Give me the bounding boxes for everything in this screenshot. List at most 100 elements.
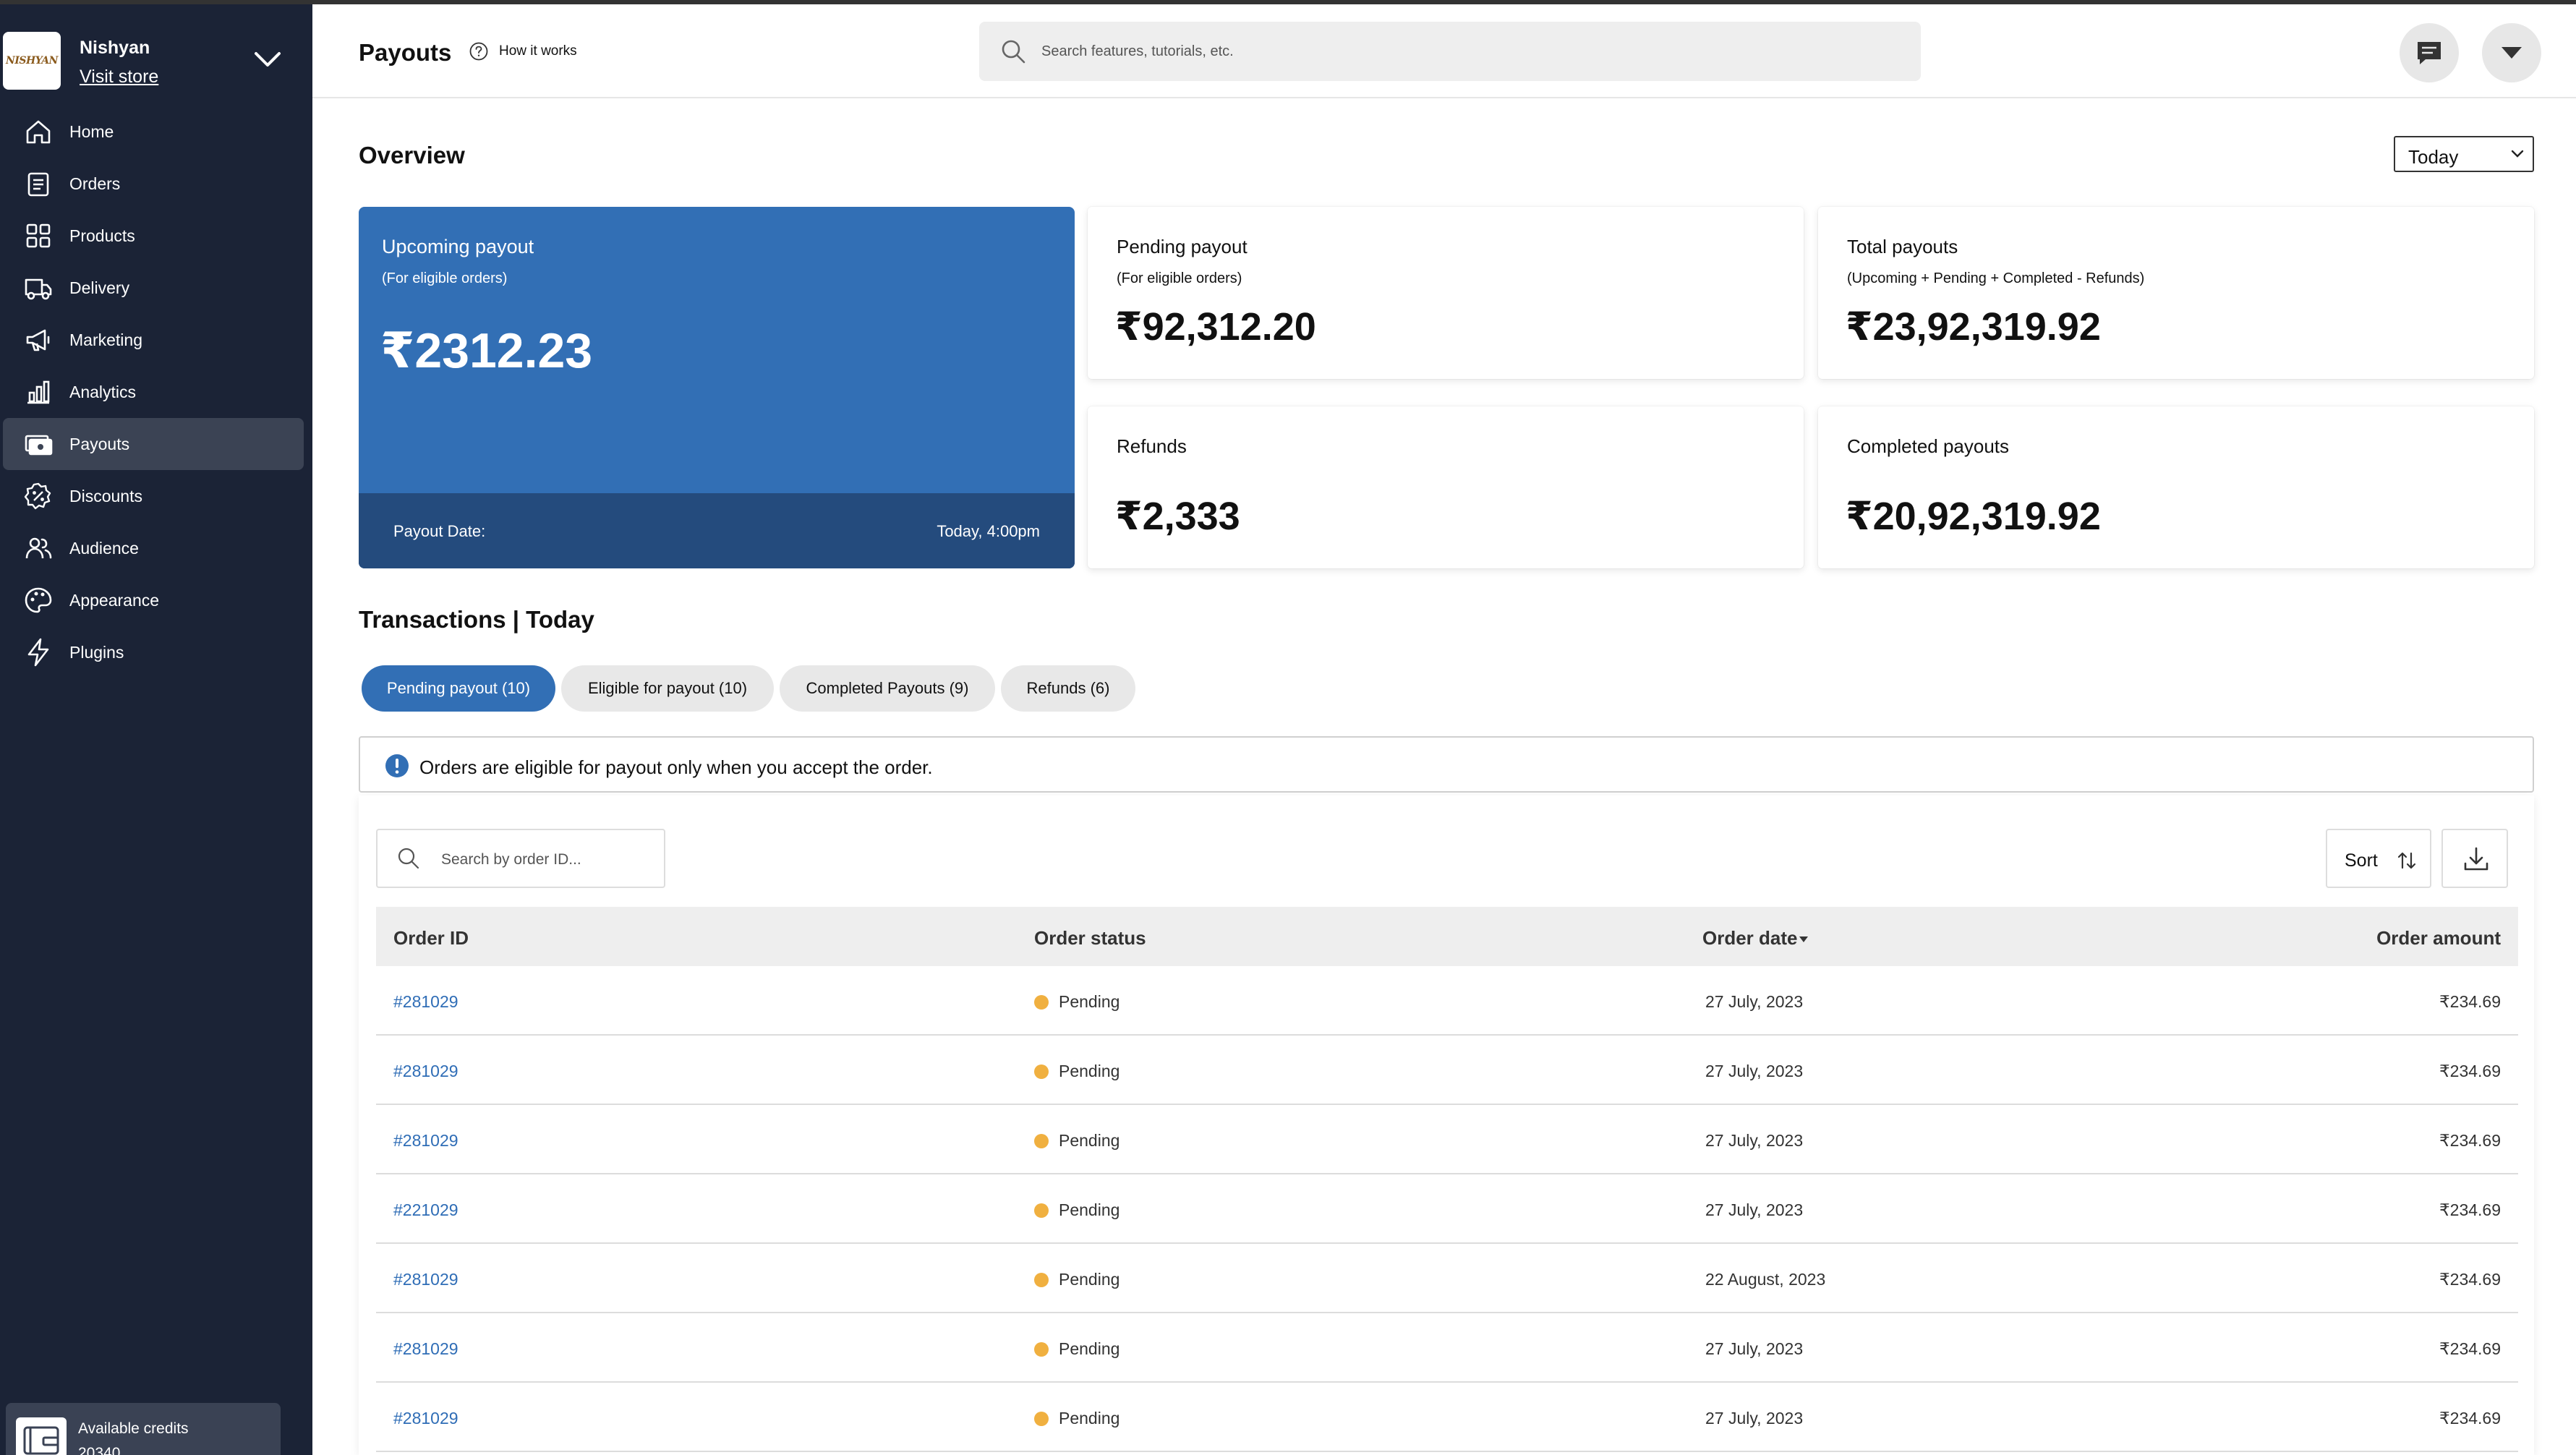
status-text: Pending — [1059, 1062, 1120, 1080]
store-switcher[interactable]: NISHYAN Nishyan Visit store — [3, 29, 310, 94]
order-id-link[interactable]: #281029 — [393, 992, 459, 1012]
date-range-value: Today — [2408, 146, 2459, 168]
sidebar-item-label: Analytics — [69, 382, 137, 401]
order-amount: ₹234.69 — [2439, 1409, 2501, 1428]
sidebar-item-products[interactable]: Products — [3, 210, 304, 262]
order-status: Pending — [1034, 1131, 1119, 1151]
sidebar-item-discounts[interactable]: Discounts — [3, 470, 304, 522]
refunds-amount: ₹2,333 — [1115, 495, 1240, 538]
upcoming-payout-amount: ₹2312.23 — [380, 323, 593, 378]
sidebar-item-orders[interactable]: Orders — [3, 158, 304, 210]
order-search[interactable] — [376, 829, 665, 888]
sidebar-item-payouts[interactable]: Payouts — [3, 418, 304, 470]
chevron-down-icon[interactable] — [249, 43, 286, 77]
column-order-status[interactable]: Order status — [1034, 927, 1146, 950]
download-button[interactable] — [2441, 829, 2508, 888]
table-row[interactable]: #281029 Pending 27 July, 2023 ₹234.69 — [376, 1036, 2518, 1105]
status-text: Pending — [1059, 992, 1120, 1011]
column-order-amount[interactable]: Order amount — [2376, 927, 2501, 950]
visit-store-link[interactable]: Visit store — [80, 67, 158, 88]
help-icon — [469, 42, 488, 61]
sort-arrows-icon — [2397, 852, 2416, 869]
table-row[interactable]: #281029 Pending 27 July, 2023 ₹234.69 — [376, 1383, 2518, 1452]
order-date: 27 July, 2023 — [1705, 1131, 1804, 1150]
sidebar-item-label: Audience — [69, 538, 139, 558]
order-id-link[interactable]: #281029 — [393, 1131, 459, 1151]
pending-payout-card: Pending payout (For eligible orders) ₹92… — [1088, 207, 1804, 379]
chat-button[interactable] — [2400, 23, 2459, 82]
card-subtitle: (For eligible orders) — [382, 270, 508, 286]
table-row[interactable]: #281029 Pending 27 July, 2023 ₹234.69 — [376, 1313, 2518, 1383]
home-icon — [26, 120, 51, 144]
card-title: Total payouts — [1847, 236, 1958, 257]
sidebar-item-delivery[interactable]: Delivery — [3, 262, 304, 314]
order-date: 27 July, 2023 — [1705, 1200, 1804, 1219]
analytics-icon — [27, 380, 50, 404]
column-order-id[interactable]: Order ID — [393, 927, 469, 950]
store-logo: NISHYAN — [3, 32, 61, 90]
table-row[interactable]: #281029 Pending 27 July, 2023 ₹234.69 — [376, 1105, 2518, 1174]
account-menu-button[interactable] — [2482, 23, 2541, 82]
order-amount: ₹234.69 — [2439, 1270, 2501, 1289]
sidebar-item-appearance[interactable]: Appearance — [3, 574, 304, 626]
sidebar-item-marketing[interactable]: Marketing — [3, 314, 304, 366]
tab-completed-payouts[interactable]: Completed Payouts (9) — [780, 665, 995, 712]
status-dot — [1034, 1411, 1049, 1426]
date-range-select[interactable]: Today — [2394, 136, 2534, 172]
table-row[interactable]: #221029 Pending 27 July, 2023 ₹234.69 — [376, 1174, 2518, 1244]
sidebar-item-label: Payouts — [69, 434, 130, 453]
sidebar-item-audience[interactable]: Audience — [3, 522, 304, 574]
sidebar-item-plugins[interactable]: Plugins — [3, 626, 304, 678]
transactions-title: Transactions | Today — [359, 606, 594, 633]
sidebar-item-home[interactable]: Home — [3, 106, 304, 158]
discount-icon — [24, 482, 51, 510]
search-icon — [398, 848, 419, 869]
order-id-link[interactable]: #281029 — [393, 1270, 459, 1289]
order-id-link[interactable]: #281029 — [393, 1409, 459, 1428]
caret-down-icon — [2502, 47, 2522, 59]
column-order-date[interactable]: Order date — [1702, 927, 1809, 950]
total-payouts-amount: ₹23,92,319.92 — [1846, 305, 2101, 349]
products-icon — [26, 223, 51, 248]
overview-title: Overview — [359, 142, 465, 168]
table-row[interactable]: #281029 Pending 27 July, 2023 ₹234.69 — [376, 966, 2518, 1036]
status-text: Pending — [1059, 1339, 1120, 1358]
available-credits[interactable]: Available credits 20340 — [6, 1403, 281, 1455]
payout-date-label: Payout Date: — [393, 522, 486, 540]
status-text: Pending — [1059, 1409, 1120, 1428]
status-dot — [1034, 1203, 1049, 1218]
order-status: Pending — [1034, 1062, 1119, 1081]
status-text: Pending — [1059, 1131, 1120, 1150]
order-id-link[interactable]: #281029 — [393, 1339, 459, 1359]
sort-button[interactable]: Sort — [2326, 829, 2431, 888]
order-date: 27 July, 2023 — [1705, 992, 1804, 1011]
credits-value: 20340 — [78, 1445, 121, 1455]
tab-refunds[interactable]: Refunds (6) — [1001, 665, 1135, 712]
order-id-link[interactable]: #281029 — [393, 1062, 459, 1081]
global-search[interactable] — [979, 22, 1921, 81]
order-status: Pending — [1034, 1409, 1119, 1428]
sidebar: NISHYAN Nishyan Visit store Home Orders — [0, 4, 312, 1455]
how-it-works-label: How it works — [499, 43, 577, 59]
megaphone-icon — [26, 329, 50, 351]
how-it-works-link[interactable]: How it works — [469, 40, 577, 62]
card-subtitle: (For eligible orders) — [1117, 270, 1242, 286]
refunds-card: Refunds ₹2,333 — [1088, 406, 1804, 568]
order-id-link[interactable]: #221029 — [393, 1200, 459, 1220]
order-status: Pending — [1034, 1270, 1119, 1289]
sidebar-item-analytics[interactable]: Analytics — [3, 366, 304, 418]
caret-down-icon — [1799, 936, 1808, 943]
table-row[interactable]: #281029 Pending 22 August, 2023 ₹234.69 — [376, 1244, 2518, 1313]
table-body: #281029 Pending 27 July, 2023 ₹234.69 #2… — [376, 966, 2518, 1452]
order-search-input[interactable] — [441, 843, 651, 876]
tab-pending-payout[interactable]: Pending payout (10) — [362, 665, 555, 712]
audience-icon — [25, 537, 52, 559]
top-header: Payouts How it works — [312, 4, 2576, 98]
info-icon — [385, 754, 409, 777]
tab-eligible-for-payout[interactable]: Eligible for payout (10) — [561, 665, 774, 712]
search-input[interactable] — [1041, 35, 1895, 68]
card-title: Pending payout — [1117, 236, 1248, 257]
store-name: Nishyan — [80, 38, 150, 58]
order-date: 27 July, 2023 — [1705, 1339, 1804, 1358]
sidebar-item-label: Home — [69, 121, 114, 141]
